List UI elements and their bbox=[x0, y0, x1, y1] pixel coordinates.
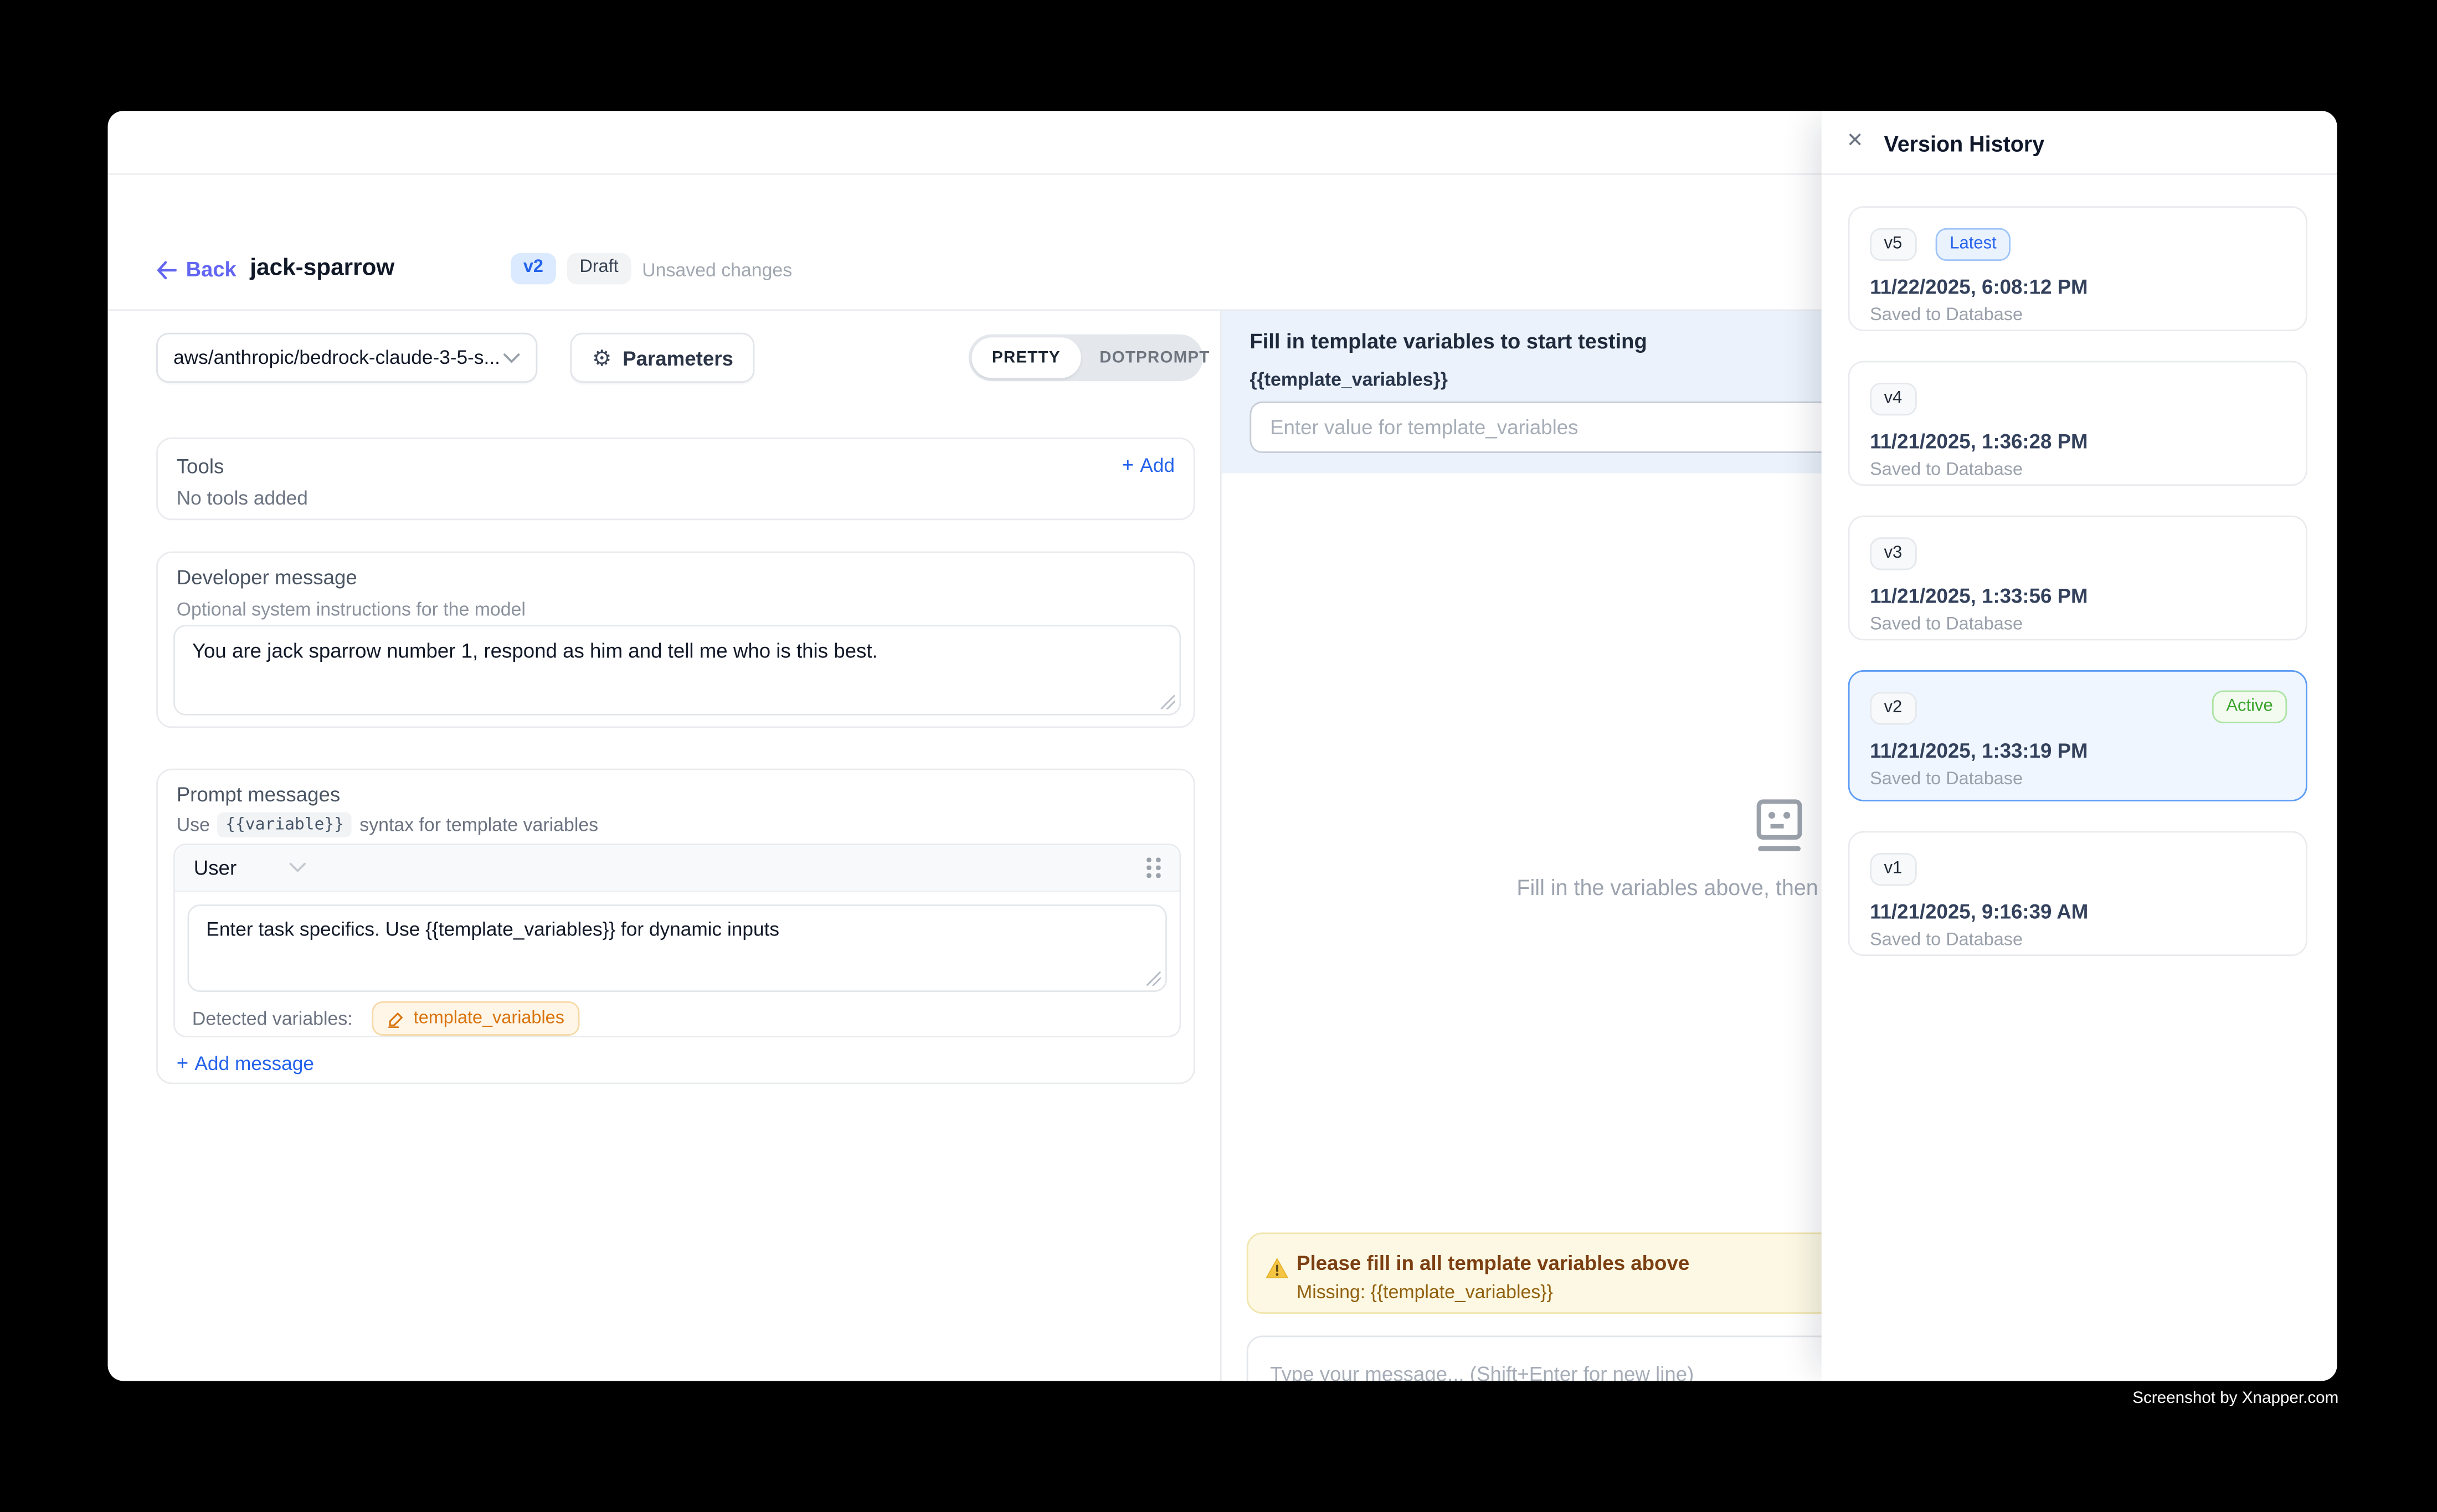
message-role-header: User bbox=[175, 845, 1180, 892]
latest-badge: Latest bbox=[1936, 228, 2011, 261]
version-label: v1 bbox=[1870, 853, 1916, 886]
add-tool-label: Add bbox=[1140, 454, 1175, 475]
bot-icon bbox=[1750, 798, 1809, 855]
add-message-button[interactable]: + Add message bbox=[177, 1051, 314, 1074]
version-card-v3[interactable]: v3 11/21/2025, 1:33:56 PM Saved to Datab… bbox=[1848, 516, 2307, 641]
pencil-icon bbox=[387, 1010, 404, 1027]
version-status: Saved to Database bbox=[1870, 931, 2285, 950]
version-status: Saved to Database bbox=[1870, 615, 2285, 634]
variable-name-label: {{template_variables}} bbox=[1250, 369, 1448, 390]
page-title: jack-sparrow bbox=[250, 255, 394, 281]
version-label: v4 bbox=[1870, 383, 1916, 415]
syntax-suffix: syntax for template variables bbox=[359, 814, 598, 835]
screenshot-stage: Back jack-sparrow v2 Draft Unsaved chang… bbox=[0, 0, 2437, 1512]
role-select-value[interactable]: User bbox=[194, 856, 236, 880]
toggle-dotprompt[interactable]: DOTPROMPT bbox=[1081, 337, 1228, 378]
syntax-code-chip: {{variable}} bbox=[218, 812, 352, 837]
template-variable-chip[interactable]: template_variables bbox=[372, 1001, 580, 1036]
plus-icon: + bbox=[177, 1051, 188, 1074]
arrow-left-icon bbox=[156, 260, 177, 279]
tools-empty-text: No tools added bbox=[177, 487, 308, 509]
add-message-label: Add message bbox=[194, 1052, 314, 1074]
tools-title: Tools bbox=[177, 455, 224, 478]
view-mode-toggle: PRETTY DOTPROMPT bbox=[969, 335, 1203, 382]
plus-icon: + bbox=[1122, 453, 1134, 476]
parameters-label: Parameters bbox=[623, 346, 733, 369]
version-status: Saved to Database bbox=[1870, 770, 2285, 789]
version-history-panel: ✕ Version History v5 Latest 11/22/2025, … bbox=[1822, 111, 2337, 1381]
user-message-field-wrap: Enter task specifics. Use {{template_var… bbox=[187, 904, 1166, 992]
warning-icon bbox=[1266, 1258, 1289, 1279]
model-select-value: aws/anthropic/bedrock-claude-3-5-s... bbox=[173, 347, 503, 368]
message-block: User Enter task specifics. Use {{templat… bbox=[173, 844, 1181, 1037]
version-label: v2 bbox=[1870, 692, 1916, 724]
gear-icon: ⚙ bbox=[592, 344, 611, 371]
drag-handle-icon[interactable] bbox=[1146, 857, 1160, 878]
user-message-input[interactable]: Enter task specifics. Use {{template_var… bbox=[189, 906, 1165, 990]
version-card-v4[interactable]: v4 11/21/2025, 1:36:28 PM Saved to Datab… bbox=[1848, 361, 2307, 486]
developer-message-subtitle: Optional system instructions for the mod… bbox=[177, 598, 526, 620]
version-history-title: Version History bbox=[1884, 131, 2045, 156]
developer-message-card: Developer message Optional system instru… bbox=[156, 552, 1195, 728]
close-icon[interactable]: ✕ bbox=[1847, 130, 1864, 150]
version-timestamp: 11/22/2025, 6:08:12 PM bbox=[1870, 275, 2285, 298]
syntax-prefix: Use bbox=[177, 814, 210, 835]
version-card-v1[interactable]: v1 11/21/2025, 9:16:39 AM Saved to Datab… bbox=[1848, 831, 2307, 956]
version-timestamp: 11/21/2025, 9:16:39 AM bbox=[1870, 900, 2285, 923]
syntax-hint: Use {{variable}} syntax for template var… bbox=[177, 812, 598, 837]
unsaved-changes-label: Unsaved changes bbox=[642, 259, 792, 281]
version-timestamp: 11/21/2025, 1:33:19 PM bbox=[1870, 739, 2285, 762]
variables-banner-title: Fill in template variables to start test… bbox=[1250, 330, 1647, 353]
version-badge: v2 bbox=[511, 253, 556, 284]
developer-message-input[interactable]: You are jack sparrow number 1, respond a… bbox=[175, 626, 1180, 714]
model-select[interactable]: aws/anthropic/bedrock-claude-3-5-s... bbox=[156, 333, 537, 383]
version-card-v5[interactable]: v5 Latest 11/22/2025, 6:08:12 PM Saved t… bbox=[1848, 206, 2307, 331]
watermark-text: Screenshot by Xnapper.com bbox=[2132, 1388, 2338, 1407]
version-history-header: ✕ Version History bbox=[1822, 111, 2337, 175]
version-label: v5 bbox=[1870, 228, 1916, 261]
parameters-button[interactable]: ⚙ Parameters bbox=[570, 333, 755, 383]
version-status: Saved to Database bbox=[1870, 306, 2285, 325]
detected-variables-label: Detected variables: bbox=[192, 1007, 353, 1029]
developer-message-field-wrap: You are jack sparrow number 1, respond a… bbox=[173, 625, 1181, 716]
active-badge: Active bbox=[2212, 691, 2287, 723]
chevron-down-icon[interactable] bbox=[290, 862, 307, 873]
warning-title: Please fill in all template variables ab… bbox=[1297, 1251, 1689, 1274]
back-button[interactable]: Back bbox=[156, 258, 236, 281]
prompt-messages-card: Prompt messages Use {{variable}} syntax … bbox=[156, 769, 1195, 1084]
detected-variables-row: Detected variables: template_variables bbox=[192, 1001, 580, 1036]
app-window: Back jack-sparrow v2 Draft Unsaved chang… bbox=[108, 111, 2337, 1381]
toggle-pretty[interactable]: PRETTY bbox=[971, 337, 1081, 378]
version-timestamp: 11/21/2025, 1:33:56 PM bbox=[1870, 584, 2285, 608]
template-variable-chip-label: template_variables bbox=[414, 1009, 564, 1028]
tools-card: Tools + Add No tools added bbox=[156, 438, 1195, 520]
page-header: Back jack-sparrow v2 Draft Unsaved chang… bbox=[108, 175, 1822, 311]
back-label: Back bbox=[186, 258, 236, 281]
add-tool-button[interactable]: + Add bbox=[1122, 453, 1175, 476]
version-status: Saved to Database bbox=[1870, 461, 2285, 480]
prompt-editor-pane: aws/anthropic/bedrock-claude-3-5-s... ⚙ … bbox=[108, 311, 1220, 1381]
warning-missing-text: Missing: {{template_variables}} bbox=[1297, 1281, 1553, 1303]
version-label: v3 bbox=[1870, 537, 1916, 570]
developer-message-title: Developer message bbox=[177, 565, 357, 589]
version-card-v2-active[interactable]: v2 Active 11/21/2025, 1:33:19 PM Saved t… bbox=[1848, 670, 2307, 801]
prompt-messages-title: Prompt messages bbox=[177, 783, 340, 806]
version-timestamp: 11/21/2025, 1:36:28 PM bbox=[1870, 430, 2285, 453]
draft-badge: Draft bbox=[567, 253, 631, 284]
chevron-down-icon bbox=[503, 352, 520, 363]
